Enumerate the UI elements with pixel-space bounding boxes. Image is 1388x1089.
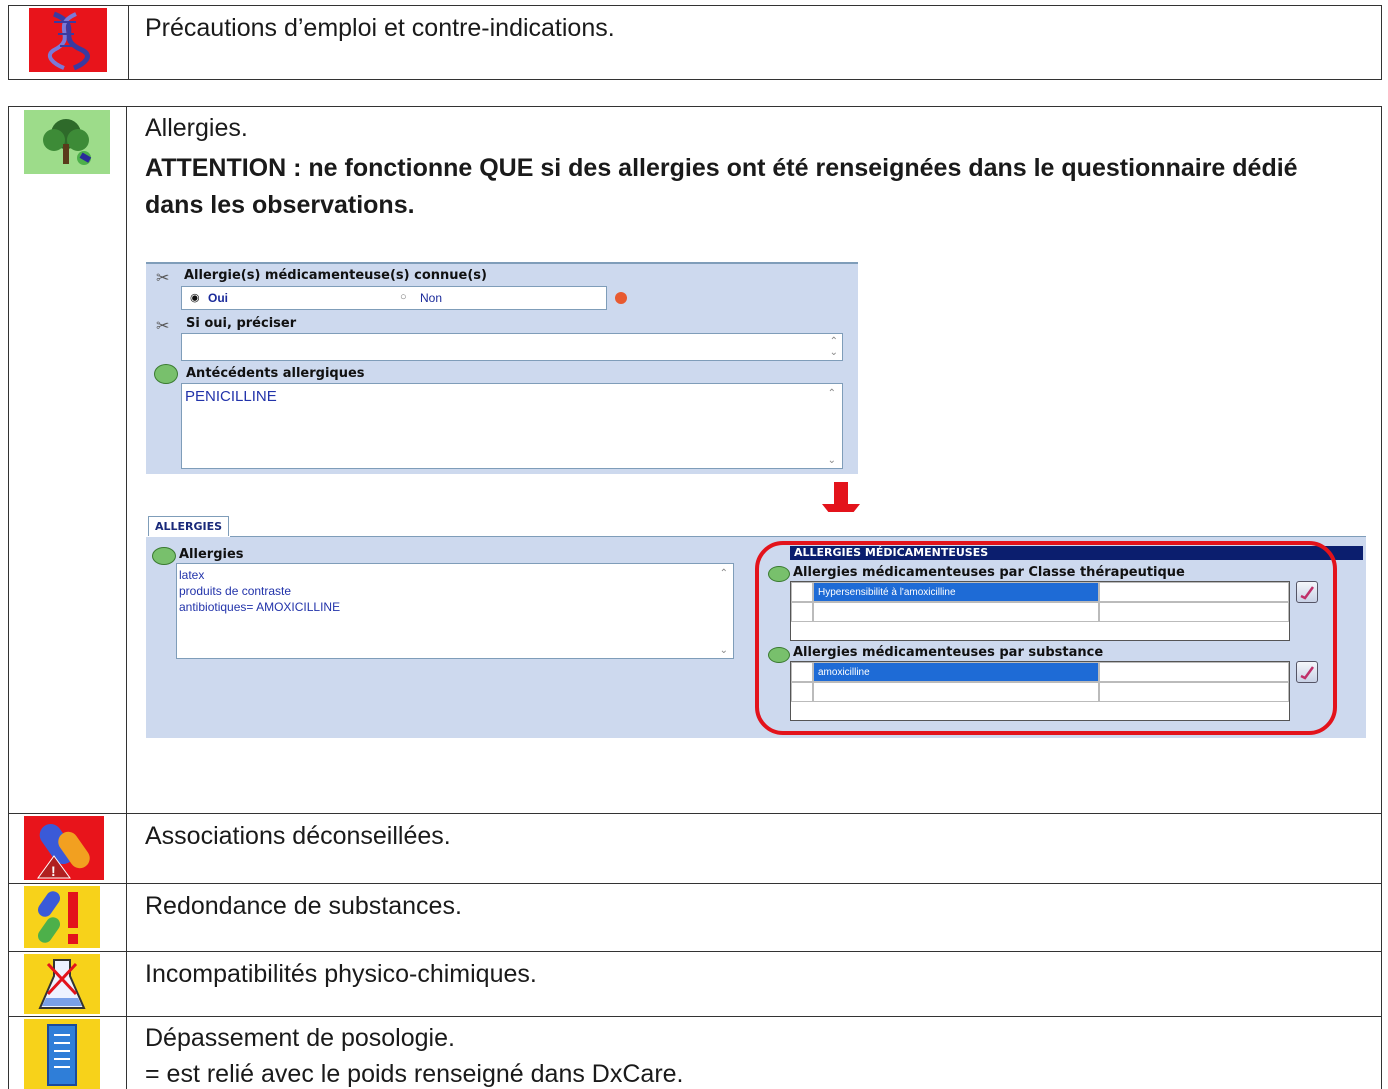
- row-note-dosage: = est relié avec le poids renseigné dans…: [145, 1060, 684, 1088]
- scroll-up-icon[interactable]: ⌃: [720, 568, 728, 579]
- tab-allergies[interactable]: ALLERGIES: [148, 516, 230, 536]
- svg-text:!: !: [51, 863, 56, 879]
- stepper-icon[interactable]: ⌃ ⌄: [830, 336, 838, 358]
- row-text-incompatibilities: Incompatibilités physico-chimiques.: [145, 960, 537, 988]
- row-divider: [8, 1016, 1382, 1017]
- allergy-tree-icon: [154, 364, 178, 384]
- required-indicator-icon: [615, 292, 627, 304]
- history-textarea[interactable]: PENICILLINE ⌃ ⌄: [181, 383, 843, 469]
- row-text-redundancy: Redondance de substances.: [145, 892, 462, 920]
- question-drug-allergy-label: Allergie(s) médicamenteuse(s) connue(s): [184, 268, 487, 283]
- row-warning-allergies: ATTENTION : ne fonctionne QUE si des all…: [145, 154, 1298, 219]
- row-divider: [8, 951, 1382, 952]
- radio-yes-label: Oui: [208, 291, 228, 305]
- allergy-tree-icon: [24, 110, 110, 174]
- drug-allergy-radio-group[interactable]: ◉ Oui ○ Non: [181, 286, 607, 310]
- row-title-allergies: Allergies.: [145, 114, 248, 142]
- row-text-precautions: Précautions d’emploi et contre-indicatio…: [145, 14, 615, 42]
- column-divider: [128, 5, 129, 80]
- row-divider: [8, 883, 1382, 884]
- row-text-dosage: Dépassement de posologie.: [145, 1024, 455, 1052]
- scroll-up-icon[interactable]: ⌃: [828, 388, 836, 399]
- allergies-tab-strip: ALLERGIES: [146, 512, 1366, 538]
- pills-exclamation-icon: [24, 886, 100, 948]
- history-value: PENICILLINE: [185, 388, 277, 405]
- scissor-icon: ✂: [156, 270, 170, 287]
- allergy-line: latex: [179, 568, 205, 582]
- radio-yes[interactable]: ◉: [190, 291, 200, 304]
- flask-icon: [24, 954, 100, 1014]
- radio-no[interactable]: ○: [400, 291, 407, 303]
- allergy-tree-icon: [152, 547, 176, 565]
- scroll-down-icon[interactable]: ⌄: [828, 455, 836, 466]
- questionnaire-screenshot: ✂ Allergie(s) médicamenteuse(s) connue(s…: [146, 262, 858, 474]
- highlight-outline: [755, 541, 1337, 735]
- dna-icon: [24, 8, 110, 72]
- row-divider: [8, 813, 1382, 814]
- row-text-associations: Associations déconseillées.: [145, 822, 451, 850]
- scissor-icon: ✂: [156, 318, 170, 335]
- allergies-textarea[interactable]: latex produits de contraste antibiotique…: [176, 563, 734, 659]
- allergy-line: produits de contraste: [179, 584, 292, 598]
- allergies-label: Allergies: [179, 547, 244, 562]
- radio-no-label: Non: [420, 291, 443, 305]
- column-divider: [126, 106, 127, 1089]
- pills-warning-icon: !: [24, 816, 104, 880]
- specify-input[interactable]: ⌃ ⌄: [181, 333, 843, 361]
- question-specify-label: Si oui, préciser: [186, 316, 297, 331]
- measure-icon: [24, 1019, 100, 1089]
- scroll-down-icon[interactable]: ⌄: [720, 645, 728, 656]
- allergy-line: antibiotiques= AMOXICILLINE: [179, 600, 341, 614]
- question-history-label: Antécédents allergiques: [186, 366, 365, 381]
